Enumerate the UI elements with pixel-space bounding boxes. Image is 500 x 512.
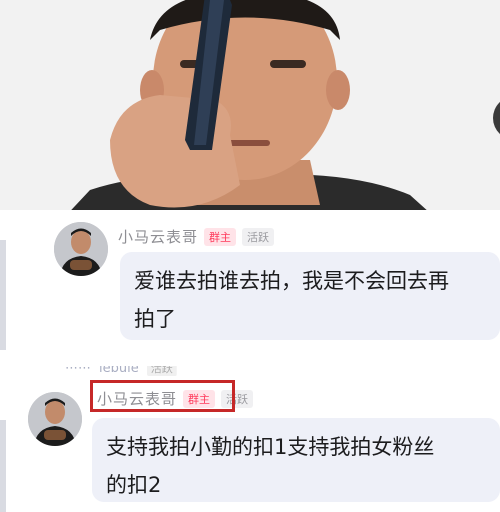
message-text-line: 爱谁去拍谁去拍，我是不会回去再 <box>134 269 449 293</box>
message-bubble[interactable]: 爱谁去拍谁去拍，我是不会回去再 拍了 <box>120 252 500 340</box>
left-edge-strip <box>0 240 6 350</box>
message-header: 小马云表哥 群主 活跃 <box>118 226 275 247</box>
avatar[interactable] <box>28 392 82 446</box>
left-edge-strip <box>0 420 6 512</box>
owner-badge: 群主 <box>204 227 237 246</box>
message-text-line: 的扣2 <box>106 473 162 497</box>
message-text-line: 拍了 <box>134 307 176 331</box>
sender-name[interactable]: 小马云表哥 <box>118 226 198 247</box>
video-still <box>0 0 500 222</box>
active-badge: 活跃 <box>242 227 275 246</box>
avatar[interactable] <box>54 222 108 276</box>
highlight-annotation <box>90 380 235 412</box>
message-text-line: 支持我拍小勤的扣1支持我拍女粉丝 <box>106 435 435 459</box>
message-bubble[interactable]: 支持我拍小勤的扣1支持我拍女粉丝 的扣2 <box>92 418 500 502</box>
video-frame <box>0 0 500 222</box>
